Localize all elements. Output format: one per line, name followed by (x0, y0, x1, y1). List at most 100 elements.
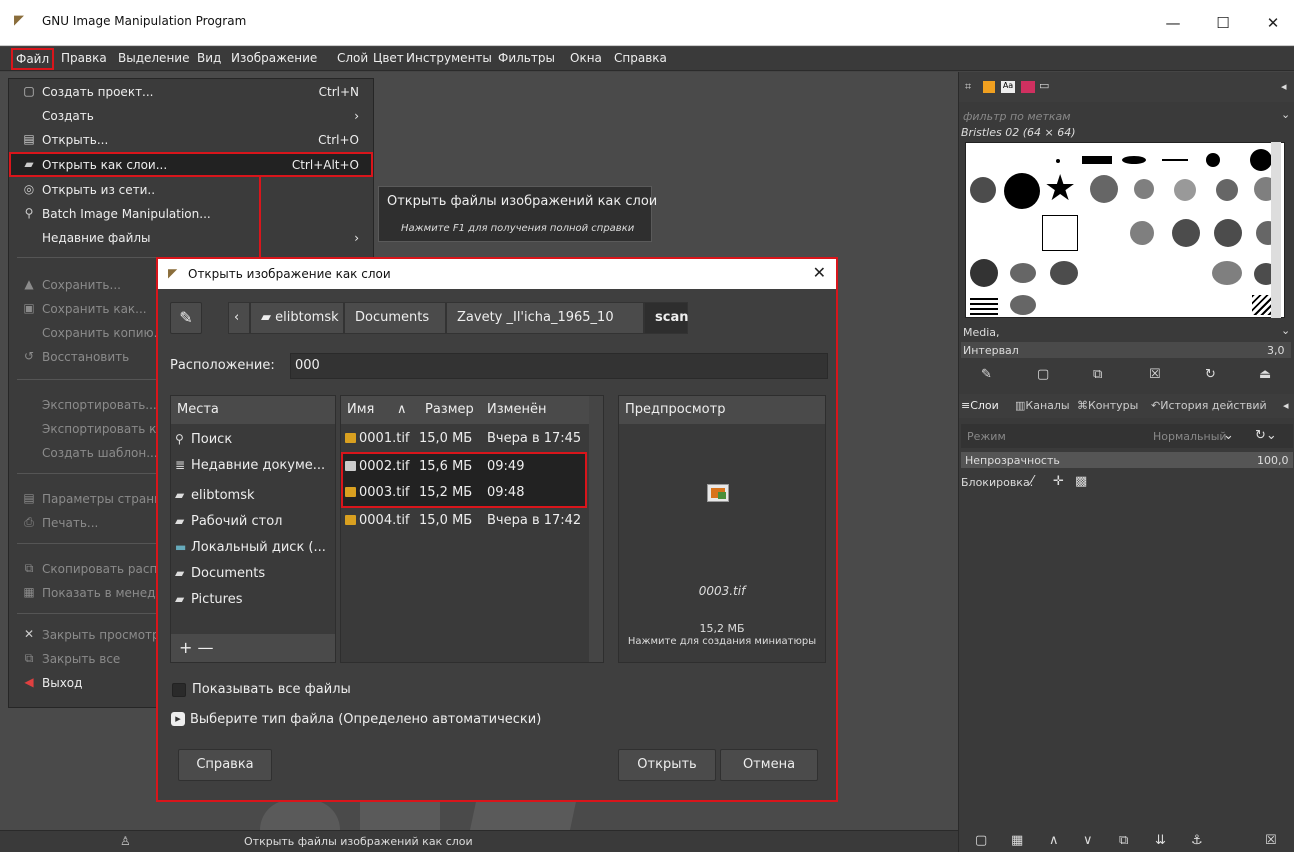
lock-pixels-icon[interactable]: ⁄ (1031, 474, 1033, 489)
menu-image[interactable]: Изображение (231, 51, 317, 65)
duplicate-brush-icon[interactable]: ⧉ (1093, 367, 1102, 382)
menu-select[interactable]: Выделение (118, 51, 189, 65)
tab-history[interactable]: ↶История действий (1151, 399, 1267, 412)
brush-grid-scrollbar[interactable] (1271, 142, 1281, 318)
merge-layer-icon[interactable]: ⇊ (1155, 833, 1166, 848)
menu-item-create-project[interactable]: ▢ Создать проект... Ctrl+N (9, 80, 373, 104)
spacing-slider[interactable]: Интервал 3,0 (961, 342, 1291, 358)
file-row[interactable]: 0001.tif 15,0 МБ Вчера в 17:45 (341, 426, 587, 452)
breadcrumb-documents[interactable]: Documents (344, 302, 446, 334)
gradients-tab-icon[interactable]: ▭ (1039, 79, 1049, 92)
edit-path-button[interactable]: ✎ (170, 302, 202, 334)
preview-filename: 0003.tif (698, 584, 746, 598)
dock-menu-icon[interactable]: ◂ (1283, 399, 1289, 412)
file-type-expander[interactable]: ▸ (171, 712, 185, 726)
menu-edit[interactable]: Правка (61, 51, 107, 65)
menu-help[interactable]: Справка (614, 51, 667, 65)
expander-icon: ▸ (175, 712, 181, 725)
column-modified[interactable]: Изменён (487, 402, 546, 417)
mode-select[interactable]: Режим Нормальный ⌄ ↻⌄ (961, 424, 1293, 448)
tab-layers[interactable]: ≡Слои (961, 399, 999, 412)
menu-item-batch[interactable]: ⚲ Batch Image Manipulation... (9, 202, 373, 226)
menu-view[interactable]: Вид (197, 51, 221, 65)
tab-paths[interactable]: ⌘Контуры (1077, 399, 1138, 412)
menu-item-open[interactable]: ▤ Открыть... Ctrl+O (9, 128, 373, 152)
delete-layer-icon[interactable]: ☒ (1265, 833, 1277, 848)
dock-menu-icon[interactable]: ◂ (1281, 80, 1287, 93)
menu-item-open-as-layers[interactable]: ▰ Открыть как слои... Ctrl+Alt+O (9, 152, 373, 177)
lower-layer-icon[interactable]: ∨ (1083, 833, 1093, 848)
menu-filters[interactable]: Фильтры (498, 51, 555, 65)
breadcrumb-elibtomsk[interactable]: ▰ elibtomsk (250, 302, 344, 334)
new-brush-icon[interactable]: ▢ (1037, 367, 1049, 382)
brushes-tab-icon[interactable]: ⌗ (965, 80, 971, 94)
tab-channels[interactable]: ▥Каналы (1015, 399, 1070, 412)
switch-mode-icon[interactable]: ↻⌄ (1255, 428, 1277, 443)
fonts-tab-icon[interactable]: Aa (1001, 81, 1015, 93)
delete-brush-icon[interactable]: ☒ (1149, 367, 1161, 382)
menu-windows[interactable]: Окна (570, 51, 602, 65)
help-button[interactable]: Справка (178, 749, 272, 781)
close-dialog-button[interactable]: ✕ (813, 263, 826, 282)
menu-colors[interactable]: Цвет (373, 51, 404, 65)
minimize-button[interactable]: — (1150, 6, 1196, 40)
preview-hint[interactable]: Нажмите для создания миниатюры (619, 636, 825, 647)
folder-icon: ▰ (261, 310, 276, 325)
menu-file[interactable]: Файл (11, 48, 55, 70)
preview-header[interactable]: Предпросмотр (619, 396, 825, 424)
menu-item-recent[interactable]: Недавние файлы › (9, 226, 373, 250)
places-add-remove[interactable]: + — (171, 634, 335, 662)
place-recent[interactable]: ≣ Недавние докуме... (171, 452, 335, 478)
menu-item-create[interactable]: Создать › (9, 104, 373, 128)
location-input[interactable]: 000 (290, 353, 828, 379)
opacity-slider[interactable]: Непрозрачность 100,0 (961, 452, 1293, 468)
breadcrumb-back-button[interactable]: ‹ (228, 302, 250, 334)
place-elibtomsk[interactable]: ▰ elibtomsk (171, 482, 335, 508)
place-desktop[interactable]: ▰ Рабочий стол (171, 508, 335, 534)
menu-layer[interactable]: Слой (337, 51, 368, 65)
close-window-button[interactable]: ✕ (1250, 6, 1294, 40)
breadcrumb-scan[interactable]: scan (644, 302, 688, 334)
chevron-down-icon[interactable]: ⌄ (1281, 324, 1290, 337)
document-history-tab-icon[interactable] (1021, 81, 1035, 93)
place-search[interactable]: ⚲ Поиск (171, 426, 335, 452)
place-documents[interactable]: ▰ Documents (171, 560, 335, 586)
open-as-image-icon[interactable]: ⏏ (1259, 367, 1271, 382)
lock-position-icon[interactable]: ✛ (1053, 474, 1064, 489)
dialog-title: Открыть изображение как слои (188, 267, 391, 281)
column-size[interactable]: Размер (425, 402, 474, 417)
breadcrumb-zavety[interactable]: Zavety _Il'icha_1965_10 (446, 302, 644, 334)
place-local-disk[interactable]: ▬ Локальный диск (... (171, 534, 335, 560)
new-layer-icon[interactable]: ▢ (975, 833, 987, 848)
lock-alpha-icon[interactable]: ▩ (1075, 474, 1087, 489)
show-all-files-checkbox[interactable] (172, 683, 186, 697)
refresh-icon[interactable]: ↻ (1205, 367, 1216, 382)
raise-layer-icon[interactable]: ∧ (1049, 833, 1059, 848)
anchor-layer-icon[interactable]: ⚓ (1191, 833, 1203, 848)
brush-grid[interactable]: ★ (965, 142, 1285, 318)
duplicate-layer-icon[interactable]: ⧉ (1119, 833, 1128, 848)
mode-label: Режим (967, 430, 1006, 443)
place-pictures[interactable]: ▰ Pictures (171, 586, 335, 612)
edit-brush-icon[interactable]: ✎ (981, 367, 992, 382)
show-all-files-label[interactable]: Показывать все файлы (192, 682, 351, 697)
new-group-icon[interactable]: ▦ (1011, 833, 1023, 848)
file-list-scrollbar[interactable] (589, 396, 603, 662)
file-row[interactable]: 0003.tif 15,2 МБ 09:48 (341, 480, 587, 506)
status-text: Открыть файлы изображений как слои (244, 835, 473, 848)
lock-label: Блокировка: (961, 476, 1034, 489)
open-button[interactable]: Открыть (618, 749, 716, 781)
tag-filter-input[interactable]: фильтр по меткам (963, 110, 1071, 123)
cancel-button[interactable]: Отмена (720, 749, 818, 781)
maximize-button[interactable]: ☐ (1200, 6, 1246, 40)
patterns-tab-icon[interactable] (983, 81, 995, 93)
menu-tools[interactable]: Инструменты (406, 51, 492, 65)
file-type-label[interactable]: Выберите тип файла (Определено автоматич… (190, 712, 541, 727)
column-name[interactable]: Имя (347, 402, 374, 417)
file-row[interactable]: 0004.tif 15,0 МБ Вчера в 17:42 (341, 508, 587, 534)
batch-icon: ⚲ (24, 206, 34, 220)
chevron-down-icon[interactable]: ⌄ (1281, 108, 1290, 121)
file-row[interactable]: 0002.tif 15,6 МБ 09:49 (341, 454, 587, 480)
brush-tag[interactable]: Media, (963, 326, 1000, 339)
menu-item-open-location[interactable]: ◎ Открыть из сети.. (9, 178, 373, 202)
